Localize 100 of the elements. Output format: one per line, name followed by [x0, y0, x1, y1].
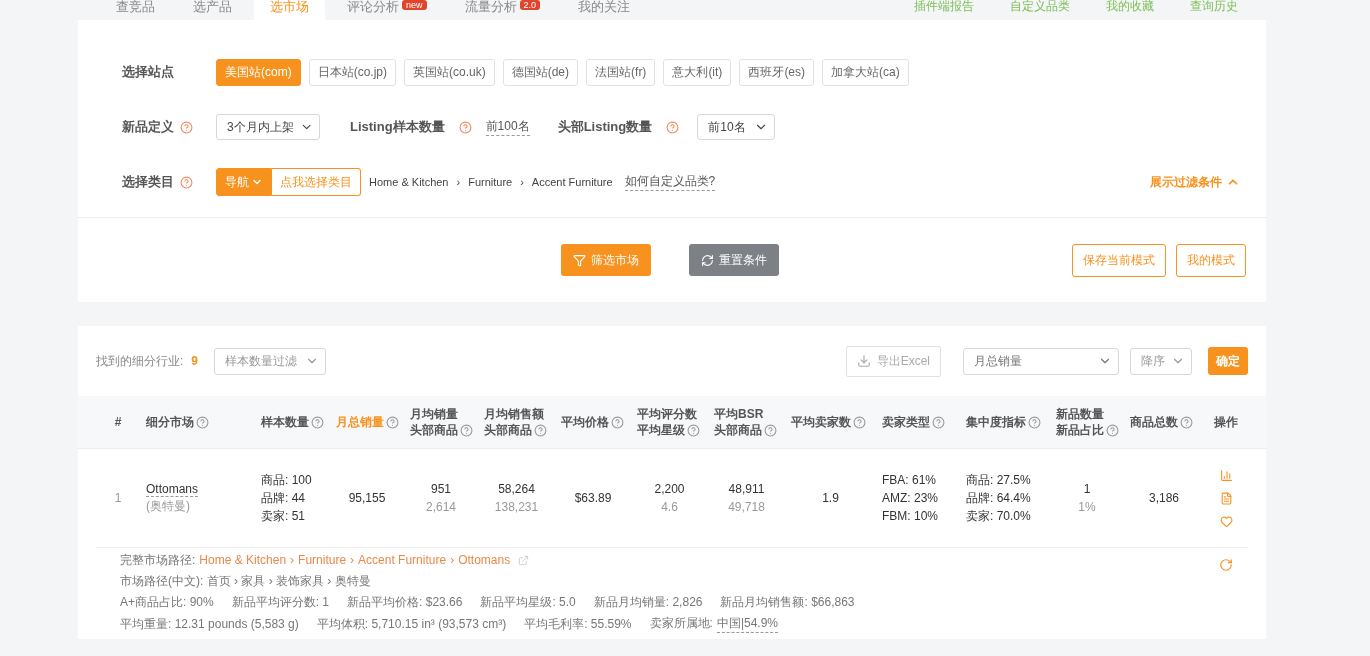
site-button[interactable]: 意大利(it): [663, 58, 732, 86]
reset-button[interactable]: 重置条件: [689, 244, 779, 276]
table-cell-text: 48,911: [728, 481, 765, 498]
column-header: #: [113, 414, 123, 431]
column-header: 卖家类型: [876, 396, 960, 448]
bar-chart-icon[interactable]: [1219, 468, 1233, 482]
detail-label: 完整市场路径:: [120, 552, 196, 569]
table-cell-text: 58,264: [498, 481, 535, 498]
table-cell-text: 商品: 100: [261, 472, 312, 489]
site-button[interactable]: 加拿大站(ca): [822, 58, 909, 86]
column-header: 样本数量: [255, 396, 330, 448]
external-link-icon[interactable]: [518, 555, 530, 566]
detail-stat: 新品月均销量: 2,826: [593, 594, 703, 611]
nav-tab[interactable]: 评论分析 new: [331, 0, 443, 20]
market-link[interactable]: Ottomans: [146, 481, 199, 497]
found-count: 9: [191, 354, 199, 368]
breadcrumb-separator: ›: [456, 176, 461, 188]
detail-stat: 平均重量: 12.31 pounds (5,583 g): [120, 615, 299, 633]
sample-filter-select[interactable]: 样本数量过滤: [214, 347, 327, 375]
top-link[interactable]: 我的收藏: [1106, 0, 1154, 12]
table-cell-text: 3,186: [1149, 490, 1179, 507]
filter-icon: [573, 253, 586, 267]
detail-stat: 平均体积: 5,710.15 in³ (93,573 cm³): [316, 615, 507, 633]
table-cell-text: 1: [1083, 481, 1091, 498]
column-header[interactable]: 月总销量: [330, 396, 404, 448]
found-label: 找到的细分行业:: [96, 352, 184, 370]
site-button[interactable]: 法国站(fr): [586, 58, 656, 86]
path-separator: ›: [450, 552, 455, 569]
detail-stat: 新品月均销售额: $66,863: [720, 594, 855, 611]
row-index: 1: [114, 490, 122, 507]
table-cell-text: 4.6: [661, 499, 678, 516]
tab-badge: 2.0: [519, 0, 541, 10]
help-icon: [180, 175, 193, 189]
nav-tab[interactable]: 流量分析 2.0: [448, 0, 557, 20]
filter-label: 新品定义: [122, 118, 174, 136]
filter-label: Listing样本数量: [350, 118, 445, 136]
select-field[interactable]: 3个月内上架: [216, 114, 320, 140]
top-link[interactable]: 查询历史: [1190, 0, 1238, 12]
nav-tab[interactable]: 选市场: [254, 0, 325, 20]
column-header: 月均销售额 头部商品: [478, 396, 555, 448]
help-icon: [180, 120, 193, 134]
breadcrumb-separator: ›: [520, 176, 524, 188]
detail-stat: 新品平均评分数: 1: [231, 594, 330, 611]
site-button[interactable]: 日本站(co.jp): [308, 58, 396, 86]
select-field[interactable]: 前10名: [697, 114, 776, 140]
select-category-button[interactable]: 点我选择类目: [272, 168, 361, 196]
sort-field-select[interactable]: 月总销量: [963, 347, 1119, 375]
table-cell-text: 品牌: 64.4%: [966, 490, 1031, 507]
download-icon: [856, 354, 871, 368]
filter-label: 头部Listing数量: [557, 118, 653, 136]
sort-order-select[interactable]: 降序: [1130, 347, 1192, 375]
table-cell-text: AMZ: 23%: [882, 490, 938, 507]
nav-tab[interactable]: 我的关注: [562, 0, 647, 20]
site-button[interactable]: 美国站(com): [216, 58, 301, 86]
site-button[interactable]: 英国站(co.uk): [404, 58, 495, 86]
table-cell-text: 1%: [1078, 499, 1096, 516]
breadcrumb-item[interactable]: Accent Furniture: [531, 176, 613, 188]
top-link[interactable]: 插件端报告: [914, 0, 974, 12]
filter-label: 选择类目: [122, 173, 174, 191]
confirm-button[interactable]: 确定: [1208, 347, 1248, 375]
heart-icon[interactable]: [1219, 514, 1233, 528]
breadcrumb-item[interactable]: Furniture: [468, 176, 513, 188]
column-header: 平均BSR 头部商品: [708, 396, 785, 448]
custom-category-link[interactable]: 如何自定义品类?: [624, 173, 716, 191]
refresh-icon[interactable]: [1219, 558, 1233, 572]
tab-badge: new: [402, 0, 427, 10]
detail-stat: 新品平均星级: 5.0: [480, 594, 576, 611]
site-button[interactable]: 德国站(de): [502, 58, 579, 86]
column-header: 集中度指标: [960, 396, 1050, 448]
nav-tab[interactable]: 查竞品: [100, 0, 171, 20]
table-cell-text: FBA: 61%: [882, 472, 937, 489]
path-link[interactable]: Furniture: [298, 552, 347, 569]
market-name-cn: (奥特曼): [146, 497, 190, 515]
origin-link[interactable]: 中国|54.9%: [716, 615, 779, 633]
help-icon: [666, 120, 680, 134]
table-cell-text: 2,200: [654, 481, 685, 498]
column-header: 月均销量 头部商品: [404, 396, 478, 448]
column-header: 商品总数: [1124, 396, 1204, 448]
path-link[interactable]: Home & Kitchen: [199, 552, 287, 569]
table-cell-text: 95,155: [348, 490, 386, 507]
site-button[interactable]: 西班牙(es): [739, 58, 815, 86]
detail-label: 卖家所属地:: [649, 615, 713, 632]
path-separator: ›: [290, 552, 295, 569]
filter-market-button[interactable]: 筛选市场: [561, 244, 651, 276]
toggle-filters-button[interactable]: 展示过滤条件: [1144, 172, 1246, 192]
table-cell-text: 1.9: [822, 490, 839, 507]
save-mode-button[interactable]: 保存当前模式: [1072, 243, 1166, 277]
my-mode-button[interactable]: 我的模式: [1176, 243, 1246, 277]
path-link[interactable]: Accent Furniture: [358, 552, 447, 569]
document-icon[interactable]: [1219, 491, 1233, 505]
top-link[interactable]: 自定义品类: [1010, 0, 1070, 12]
listing-sample-value[interactable]: 前100名: [485, 118, 530, 136]
table-cell-text: FBM: 10%: [882, 508, 938, 525]
export-excel-button[interactable]: 导出Excel: [845, 345, 941, 377]
refresh-icon: [701, 253, 714, 267]
path-link[interactable]: Ottomans: [458, 552, 511, 569]
breadcrumb-item[interactable]: Home & Kitchen: [369, 176, 449, 188]
nav-dropdown-button[interactable]: 导航: [216, 168, 272, 196]
nav-tab[interactable]: 选产品: [177, 0, 248, 20]
detail-stat: A+商品占比: 90%: [120, 594, 214, 611]
